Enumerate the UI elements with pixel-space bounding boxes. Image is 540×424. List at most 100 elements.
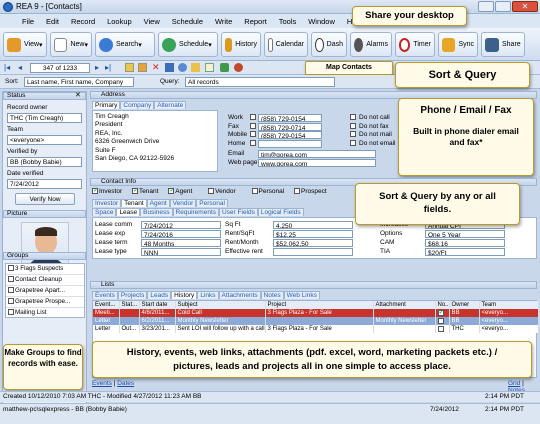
timer-button[interactable]: Timer bbox=[395, 32, 435, 57]
col-subject[interactable]: Subject bbox=[175, 301, 266, 309]
dial-icon[interactable] bbox=[250, 114, 256, 120]
next-record-button[interactable]: ▸ bbox=[95, 63, 99, 72]
refresh-icon[interactable] bbox=[178, 63, 187, 72]
dial-icon[interactable] bbox=[250, 122, 256, 129]
type-tenant[interactable]: Tenant bbox=[131, 186, 158, 195]
col-event[interactable]: Event... bbox=[93, 301, 120, 309]
grid-link[interactable]: Grid bbox=[508, 380, 520, 387]
col-status[interactable]: Stat... bbox=[119, 301, 140, 309]
tab-vendor[interactable]: Vendor bbox=[169, 199, 197, 207]
search-button[interactable]: Search ▾ bbox=[95, 32, 155, 57]
group-item[interactable]: Grapetree Apart... bbox=[6, 286, 84, 297]
col-attachment[interactable]: Attachment bbox=[373, 301, 436, 309]
dial-icon[interactable] bbox=[250, 131, 256, 137]
type-investor[interactable]: Investor bbox=[92, 186, 122, 195]
tab-personal[interactable]: Personal bbox=[196, 199, 228, 207]
dates-link[interactable]: Dates bbox=[117, 380, 134, 387]
tab-history[interactable]: History bbox=[171, 291, 198, 299]
table-row[interactable]: Meeti... 4/6/2011... Cold Call 3 Flags Plaz… bbox=[93, 309, 539, 317]
close-panel-icon[interactable]: ✕ bbox=[75, 91, 81, 99]
menu-schedule[interactable]: Schedule bbox=[172, 17, 203, 26]
record-tool-icon[interactable] bbox=[125, 63, 134, 72]
events-link[interactable]: Events bbox=[92, 380, 112, 387]
query-select[interactable]: All records bbox=[185, 77, 335, 87]
col-start-date[interactable]: Start date bbox=[139, 301, 176, 309]
sync-button[interactable]: Sync bbox=[438, 32, 478, 57]
fax-field[interactable]: (858) 729-0714 bbox=[258, 122, 322, 131]
schedule-button[interactable]: Schedule ▾ bbox=[158, 32, 218, 57]
email-field[interactable]: tim@gorea.com bbox=[258, 150, 376, 158]
prev-record-button[interactable]: ◂ bbox=[18, 63, 22, 72]
type-personal[interactable]: Personal bbox=[251, 188, 284, 195]
history-button[interactable]: History bbox=[221, 32, 261, 57]
date-verified-field[interactable]: 7/24/2012 bbox=[7, 179, 82, 189]
group-item[interactable]: Mailing List bbox=[6, 308, 84, 318]
first-record-button[interactable]: |◂ bbox=[4, 63, 10, 72]
table-row[interactable]: Letter 6/2/2011... Monthly Newsletter Month… bbox=[93, 317, 539, 325]
menu-tools[interactable]: Tools bbox=[279, 17, 297, 26]
col-project[interactable]: Project bbox=[265, 301, 374, 309]
maximize-button[interactable] bbox=[495, 1, 511, 12]
verified-by-select[interactable]: BB (Bobby Babie) bbox=[7, 157, 82, 167]
table-row[interactable]: Letter Out... 3/23/201... Sent LOI will fol… bbox=[93, 325, 539, 333]
delete-icon[interactable]: ✕ bbox=[152, 62, 160, 73]
record-position[interactable]: 347 of 1233 bbox=[30, 63, 90, 73]
type-prospect[interactable]: Prospect bbox=[293, 188, 327, 195]
minimize-button[interactable] bbox=[478, 1, 494, 12]
calendar-button[interactable]: Calendar bbox=[264, 32, 308, 57]
tab-company[interactable]: Company bbox=[120, 101, 155, 109]
app-icon[interactable] bbox=[3, 2, 13, 12]
dash-button[interactable]: Dash bbox=[311, 32, 347, 57]
menu-window[interactable]: Window bbox=[308, 17, 335, 26]
tab-projects[interactable]: Projects bbox=[117, 291, 148, 299]
last-record-button[interactable]: ▸| bbox=[105, 63, 111, 72]
type-agent[interactable]: Agent bbox=[168, 186, 192, 195]
record-owner-select[interactable]: THC (Tim Creagh) bbox=[7, 113, 82, 123]
close-button[interactable]: ✕ bbox=[512, 1, 538, 12]
folder-icon[interactable] bbox=[191, 63, 200, 72]
tab-links[interactable]: Links bbox=[197, 291, 219, 299]
new-button[interactable]: New ▾ bbox=[50, 32, 92, 57]
subtab-business[interactable]: Business bbox=[140, 208, 173, 216]
work-phone-field[interactable]: (858) 729-0154 bbox=[258, 114, 322, 122]
print-icon[interactable] bbox=[220, 63, 229, 72]
menu-record[interactable]: Record bbox=[71, 17, 95, 26]
menu-write[interactable]: Write bbox=[215, 17, 232, 26]
tab-tenant[interactable]: Tenant bbox=[121, 199, 147, 207]
col-notes[interactable]: No... bbox=[435, 301, 450, 309]
share-button[interactable]: Share bbox=[481, 32, 525, 57]
menu-edit[interactable]: Edit bbox=[46, 17, 59, 26]
alarms-button[interactable]: Alarms bbox=[350, 32, 392, 57]
notes-checkbox[interactable] bbox=[437, 309, 444, 316]
notes-checkbox[interactable] bbox=[437, 317, 444, 324]
dial-icon[interactable] bbox=[250, 139, 256, 146]
address-block[interactable]: Tim Creagh President REA, Inc. 6326 Gree… bbox=[92, 110, 218, 172]
tab-web-links[interactable]: Web Links bbox=[283, 291, 320, 299]
type-vendor[interactable]: Vendor bbox=[208, 188, 236, 195]
tab-primary[interactable]: Primary bbox=[92, 101, 121, 109]
subtab-space[interactable]: Space bbox=[92, 208, 117, 216]
note-icon[interactable] bbox=[205, 63, 214, 72]
home-phone-field[interactable] bbox=[258, 139, 322, 148]
map-contacts-icon[interactable] bbox=[234, 63, 243, 72]
menu-file[interactable]: File bbox=[22, 17, 34, 26]
verify-now-button[interactable]: Verify Now bbox=[15, 193, 75, 205]
group-item[interactable]: Grapetree Prospe... bbox=[6, 297, 84, 308]
group-item[interactable]: Contact Cleanup bbox=[6, 275, 84, 286]
team-select[interactable]: <everyone> bbox=[7, 135, 82, 145]
tab-agent[interactable]: Agent bbox=[146, 199, 170, 207]
tab-investor[interactable]: Investor bbox=[92, 199, 122, 207]
menu-view[interactable]: View bbox=[144, 17, 160, 26]
tab-notes[interactable]: Notes bbox=[260, 291, 284, 299]
sort-select[interactable]: Last name, First name, Company bbox=[24, 77, 134, 87]
subtab-requirements[interactable]: Requirements bbox=[172, 208, 219, 216]
view-button[interactable]: View ▾ bbox=[3, 32, 47, 57]
group-item[interactable]: 3 Flags Suspects bbox=[6, 264, 84, 275]
col-owner[interactable]: Owner bbox=[449, 301, 480, 309]
mobile-field[interactable]: (858) 729-0154 bbox=[258, 131, 322, 139]
notes-checkbox[interactable] bbox=[437, 325, 444, 332]
menu-lookup[interactable]: Lookup bbox=[107, 17, 132, 26]
menu-report[interactable]: Report bbox=[244, 17, 267, 26]
subtab-user-fields[interactable]: User Fields bbox=[219, 208, 258, 216]
web-page-field[interactable]: www.gorea.com bbox=[258, 159, 376, 167]
